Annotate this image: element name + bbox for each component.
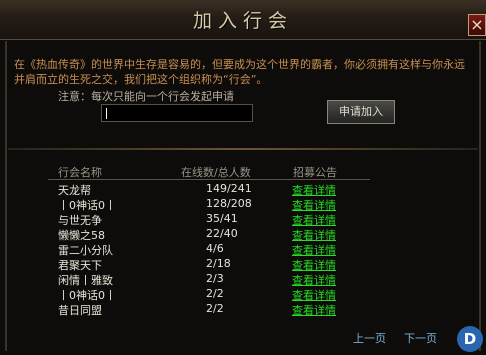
close-icon: × xyxy=(470,15,484,34)
guild-member-count: 2/2 xyxy=(206,287,224,300)
table-row[interactable]: 丨0神话0丨 128/208 查看详情 xyxy=(0,197,486,213)
view-details-link[interactable]: 查看详情 xyxy=(292,272,336,288)
guild-member-count: 2/2 xyxy=(206,302,224,315)
next-page-link[interactable]: 下一页 xyxy=(404,330,437,346)
guild-name: 懒懒之58 xyxy=(58,229,105,242)
close-button[interactable]: × xyxy=(468,14,486,36)
section-divider xyxy=(8,148,478,150)
guild-name-input[interactable] xyxy=(101,104,253,122)
view-details-link[interactable]: 查看详情 xyxy=(292,227,336,243)
guild-member-count: 4/6 xyxy=(206,242,224,255)
site-logo-icon: D xyxy=(457,326,483,352)
apply-note: 注意：每次只能向一个行会发起申请 xyxy=(58,90,234,103)
guild-member-count: 128/208 xyxy=(206,197,252,210)
guild-name: 雷二小分队 xyxy=(58,244,113,257)
view-details-link[interactable]: 查看详情 xyxy=(292,197,336,213)
guild-member-count: 35/41 xyxy=(206,212,238,225)
table-row[interactable]: 天龙帮 149/241 查看详情 xyxy=(0,182,486,198)
column-header-count: 在线数/总人数 xyxy=(181,166,251,179)
window-title: 加入行会 xyxy=(192,10,293,32)
guild-name: 闲情丨雅致 xyxy=(58,274,113,287)
table-row[interactable]: 昔日同盟 2/2 查看详情 xyxy=(0,302,486,318)
guild-name: 丨0神话0丨 xyxy=(58,199,116,212)
guild-name: 昔日同盟 xyxy=(58,304,102,317)
view-details-link[interactable]: 查看详情 xyxy=(292,212,336,228)
view-details-link[interactable]: 查看详情 xyxy=(292,182,336,198)
column-header-notice: 招募公告 xyxy=(293,166,337,179)
guild-join-window: 加入行会 × 在《热血传奇》的世界中生存是容易的，但要成为这个世界的霸者，你必须… xyxy=(0,0,486,355)
column-header-name: 行会名称 xyxy=(58,166,102,179)
intro-text: 在《热血传奇》的世界中生存是容易的，但要成为这个世界的霸者，你必须拥有这样与你永… xyxy=(14,58,465,86)
table-row[interactable]: 雷二小分队 4/6 查看详情 xyxy=(0,242,486,258)
apply-join-button[interactable]: 申请加入 xyxy=(327,100,395,124)
view-details-link[interactable]: 查看详情 xyxy=(292,242,336,258)
guild-member-count: 149/241 xyxy=(206,182,252,195)
prev-page-link[interactable]: 上一页 xyxy=(353,330,386,346)
guild-member-count: 22/40 xyxy=(206,227,238,240)
table-row[interactable]: 丨0神话0丨 2/2 查看详情 xyxy=(0,287,486,303)
view-details-link[interactable]: 查看详情 xyxy=(292,302,336,318)
table-row[interactable]: 懒懒之58 22/40 查看详情 xyxy=(0,227,486,243)
table-row[interactable]: 与世无争 35/41 查看详情 xyxy=(0,212,486,228)
header-divider xyxy=(48,179,370,180)
view-details-link[interactable]: 查看详情 xyxy=(292,287,336,303)
table-row[interactable]: 君聚天下 2/18 查看详情 xyxy=(0,257,486,273)
guild-name: 与世无争 xyxy=(58,214,102,227)
table-row[interactable]: 闲情丨雅致 2/3 查看详情 xyxy=(0,272,486,288)
guild-member-count: 2/3 xyxy=(206,272,224,285)
guild-name: 丨0神话0丨 xyxy=(58,289,116,302)
view-details-link[interactable]: 查看详情 xyxy=(292,257,336,273)
guild-name: 天龙帮 xyxy=(58,184,91,197)
title-bar[interactable]: 加入行会 × xyxy=(0,0,486,40)
text-caret xyxy=(106,108,107,119)
guild-member-count: 2/18 xyxy=(206,257,231,270)
guild-name: 君聚天下 xyxy=(58,259,102,272)
